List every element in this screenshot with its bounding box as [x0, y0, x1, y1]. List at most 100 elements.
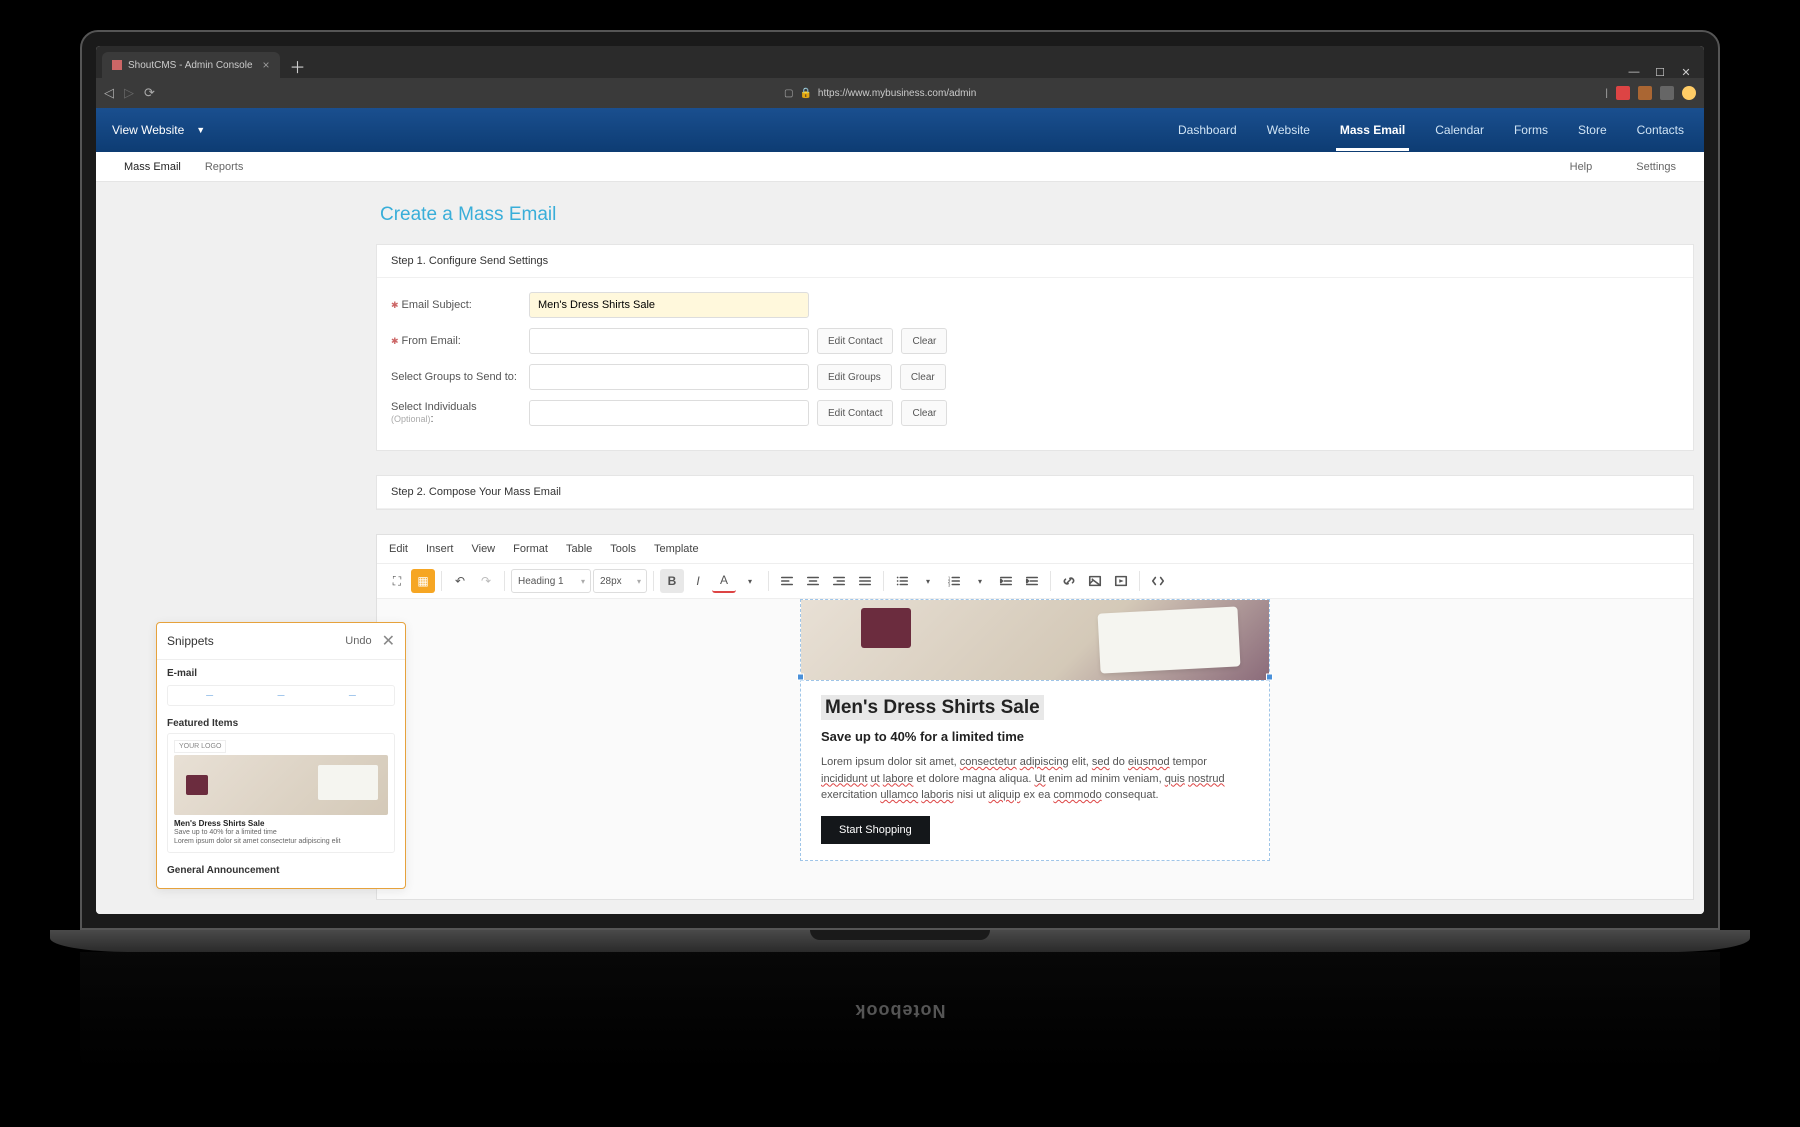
number-list-chevron-icon[interactable]: ▾ — [968, 569, 992, 593]
number-list-icon[interactable]: 123 — [942, 569, 966, 593]
subtab-mass-email[interactable]: Mass Email — [112, 161, 193, 173]
menu-template[interactable]: Template — [654, 543, 699, 555]
back-icon[interactable]: ◁ — [104, 85, 114, 101]
snippet-thumbnail[interactable]: ——— — [167, 685, 395, 706]
hero-image[interactable] — [801, 600, 1269, 680]
editor-toolbar: ⛶ ▦ ↶ ↷ Heading 1 28px B I A — [377, 564, 1693, 599]
browser-toolbar: ◁ ▷ ⟳ ▢ 🔒 https://www.mybusiness.com/adm… — [96, 78, 1704, 108]
subtab-help[interactable]: Help — [1558, 161, 1605, 173]
nav-website[interactable]: Website — [1263, 109, 1314, 151]
menu-edit[interactable]: Edit — [389, 543, 408, 555]
snippet-featured-thumbnail[interactable]: YOUR LOGO Men's Dress Shirts Sale Save u… — [167, 733, 395, 853]
email-paragraph[interactable]: Lorem ipsum dolor sit amet, consectetur … — [821, 754, 1249, 804]
image-icon[interactable] — [1083, 569, 1107, 593]
nav-contacts[interactable]: Contacts — [1633, 109, 1688, 151]
email-heading[interactable]: Men's Dress Shirts Sale — [821, 695, 1044, 720]
media-icon[interactable] — [1109, 569, 1133, 593]
menu-insert[interactable]: Insert — [426, 543, 454, 555]
notebook-label: Notebook — [855, 1000, 946, 1021]
new-tab-button[interactable]: ＋ — [280, 54, 316, 78]
extension-2-icon[interactable] — [1638, 86, 1652, 100]
undo-icon[interactable]: ↶ — [448, 569, 472, 593]
rich-text-editor: Edit Insert View Format Table Tools Temp… — [376, 534, 1694, 900]
snippets-title: Snippets — [167, 634, 214, 648]
code-icon[interactable] — [1146, 569, 1170, 593]
align-center-icon[interactable] — [801, 569, 825, 593]
bullet-list-chevron-icon[interactable]: ▾ — [916, 569, 940, 593]
snippets-panel: Snippets Undo ✕ E-mail ——— Featured Item… — [156, 622, 406, 889]
menu-table[interactable]: Table — [566, 543, 592, 555]
lock-icon: 🔒 — [799, 88, 811, 99]
heading-select[interactable]: Heading 1 — [511, 569, 591, 593]
bullet-list-icon[interactable] — [890, 569, 914, 593]
outdent-icon[interactable] — [994, 569, 1018, 593]
nav-mass-email[interactable]: Mass Email — [1336, 109, 1409, 151]
laptop-notch — [810, 930, 990, 940]
view-website-label: View Website — [112, 123, 184, 137]
snippets-undo-button[interactable]: Undo — [345, 635, 371, 647]
snippets-toggle-icon[interactable]: ▦ — [411, 569, 435, 593]
subject-label: ✱Email Subject: — [391, 299, 521, 311]
snippet-category[interactable]: E-mail — [167, 668, 395, 679]
extension-shield-icon[interactable] — [1616, 86, 1630, 100]
snippet-section-general: General Announcement — [167, 865, 395, 876]
individuals-label: Select Individuals (Optional): — [391, 401, 521, 425]
edit-individuals-button[interactable]: Edit Contact — [817, 400, 893, 426]
cta-button[interactable]: Start Shopping — [821, 816, 930, 844]
editor-canvas[interactable]: Men's Dress Shirts Sale Save up to 40% f… — [377, 599, 1693, 899]
italic-icon[interactable]: I — [686, 569, 710, 593]
nav-dashboard[interactable]: Dashboard — [1174, 109, 1241, 151]
link-icon[interactable] — [1057, 569, 1081, 593]
groups-input[interactable] — [529, 364, 809, 390]
snippet-logo-placeholder: YOUR LOGO — [174, 740, 226, 753]
address-bar[interactable]: ▢ 🔒 https://www.mybusiness.com/admin — [165, 88, 1595, 99]
clear-individuals-button[interactable]: Clear — [901, 400, 947, 426]
align-justify-icon[interactable] — [853, 569, 877, 593]
subtab-settings[interactable]: Settings — [1624, 161, 1688, 173]
email-subheading[interactable]: Save up to 40% for a limited time — [821, 729, 1249, 744]
menu-view[interactable]: View — [471, 543, 495, 555]
step2-heading: Step 2. Compose Your Mass Email — [377, 476, 1693, 509]
forward-icon[interactable]: ▷ — [124, 85, 134, 101]
redo-icon[interactable]: ↷ — [474, 569, 498, 593]
view-website-dropdown[interactable]: View Website ▼ — [112, 123, 205, 137]
menu-tools[interactable]: Tools — [610, 543, 636, 555]
edit-contact-button[interactable]: Edit Contact — [817, 328, 893, 354]
nav-forms[interactable]: Forms — [1510, 109, 1552, 151]
step1-heading: Step 1. Configure Send Settings — [377, 245, 1693, 278]
font-size-select[interactable]: 28px — [593, 569, 647, 593]
align-right-icon[interactable] — [827, 569, 851, 593]
nav-store[interactable]: Store — [1574, 109, 1611, 151]
fullscreen-icon[interactable]: ⛶ — [385, 569, 409, 593]
bold-icon[interactable]: B — [660, 569, 684, 593]
indent-icon[interactable] — [1020, 569, 1044, 593]
text-color-icon[interactable]: A — [712, 569, 736, 593]
reload-icon[interactable]: ⟳ — [144, 85, 155, 101]
individuals-input[interactable] — [529, 400, 809, 426]
align-left-icon[interactable] — [775, 569, 799, 593]
from-email-label: ✱From Email: — [391, 335, 521, 347]
edit-groups-button[interactable]: Edit Groups — [817, 364, 892, 390]
window-minimize-icon[interactable]: — — [1628, 66, 1640, 78]
subtab-reports[interactable]: Reports — [193, 161, 256, 173]
site-info-icon[interactable]: ▢ — [784, 88, 793, 99]
from-email-input[interactable] — [529, 328, 809, 354]
window-maximize-icon[interactable]: ☐ — [1654, 66, 1666, 78]
profile-avatar-icon[interactable] — [1682, 86, 1696, 100]
subject-input[interactable] — [529, 292, 809, 318]
clear-from-button[interactable]: Clear — [901, 328, 947, 354]
email-template-block[interactable]: Men's Dress Shirts Sale Save up to 40% f… — [800, 599, 1270, 861]
browser-tab[interactable]: ShoutCMS - Admin Console × — [102, 52, 280, 78]
email-text-block[interactable]: Men's Dress Shirts Sale Save up to 40% f… — [801, 680, 1269, 860]
nav-calendar[interactable]: Calendar — [1431, 109, 1488, 151]
clear-groups-button[interactable]: Clear — [900, 364, 946, 390]
editor-menu-bar: Edit Insert View Format Table Tools Temp… — [377, 535, 1693, 564]
window-close-icon[interactable]: ✕ — [1680, 66, 1692, 78]
menu-format[interactable]: Format — [513, 543, 548, 555]
close-icon[interactable]: ✕ — [382, 631, 395, 651]
browser-tab-strip: ShoutCMS - Admin Console × ＋ — ☐ ✕ — [96, 46, 1704, 78]
extensions-menu-icon[interactable] — [1660, 86, 1674, 100]
tab-close-icon[interactable]: × — [263, 58, 270, 72]
text-color-chevron-icon[interactable]: ▾ — [738, 569, 762, 593]
url-text: https://www.mybusiness.com/admin — [818, 88, 976, 99]
